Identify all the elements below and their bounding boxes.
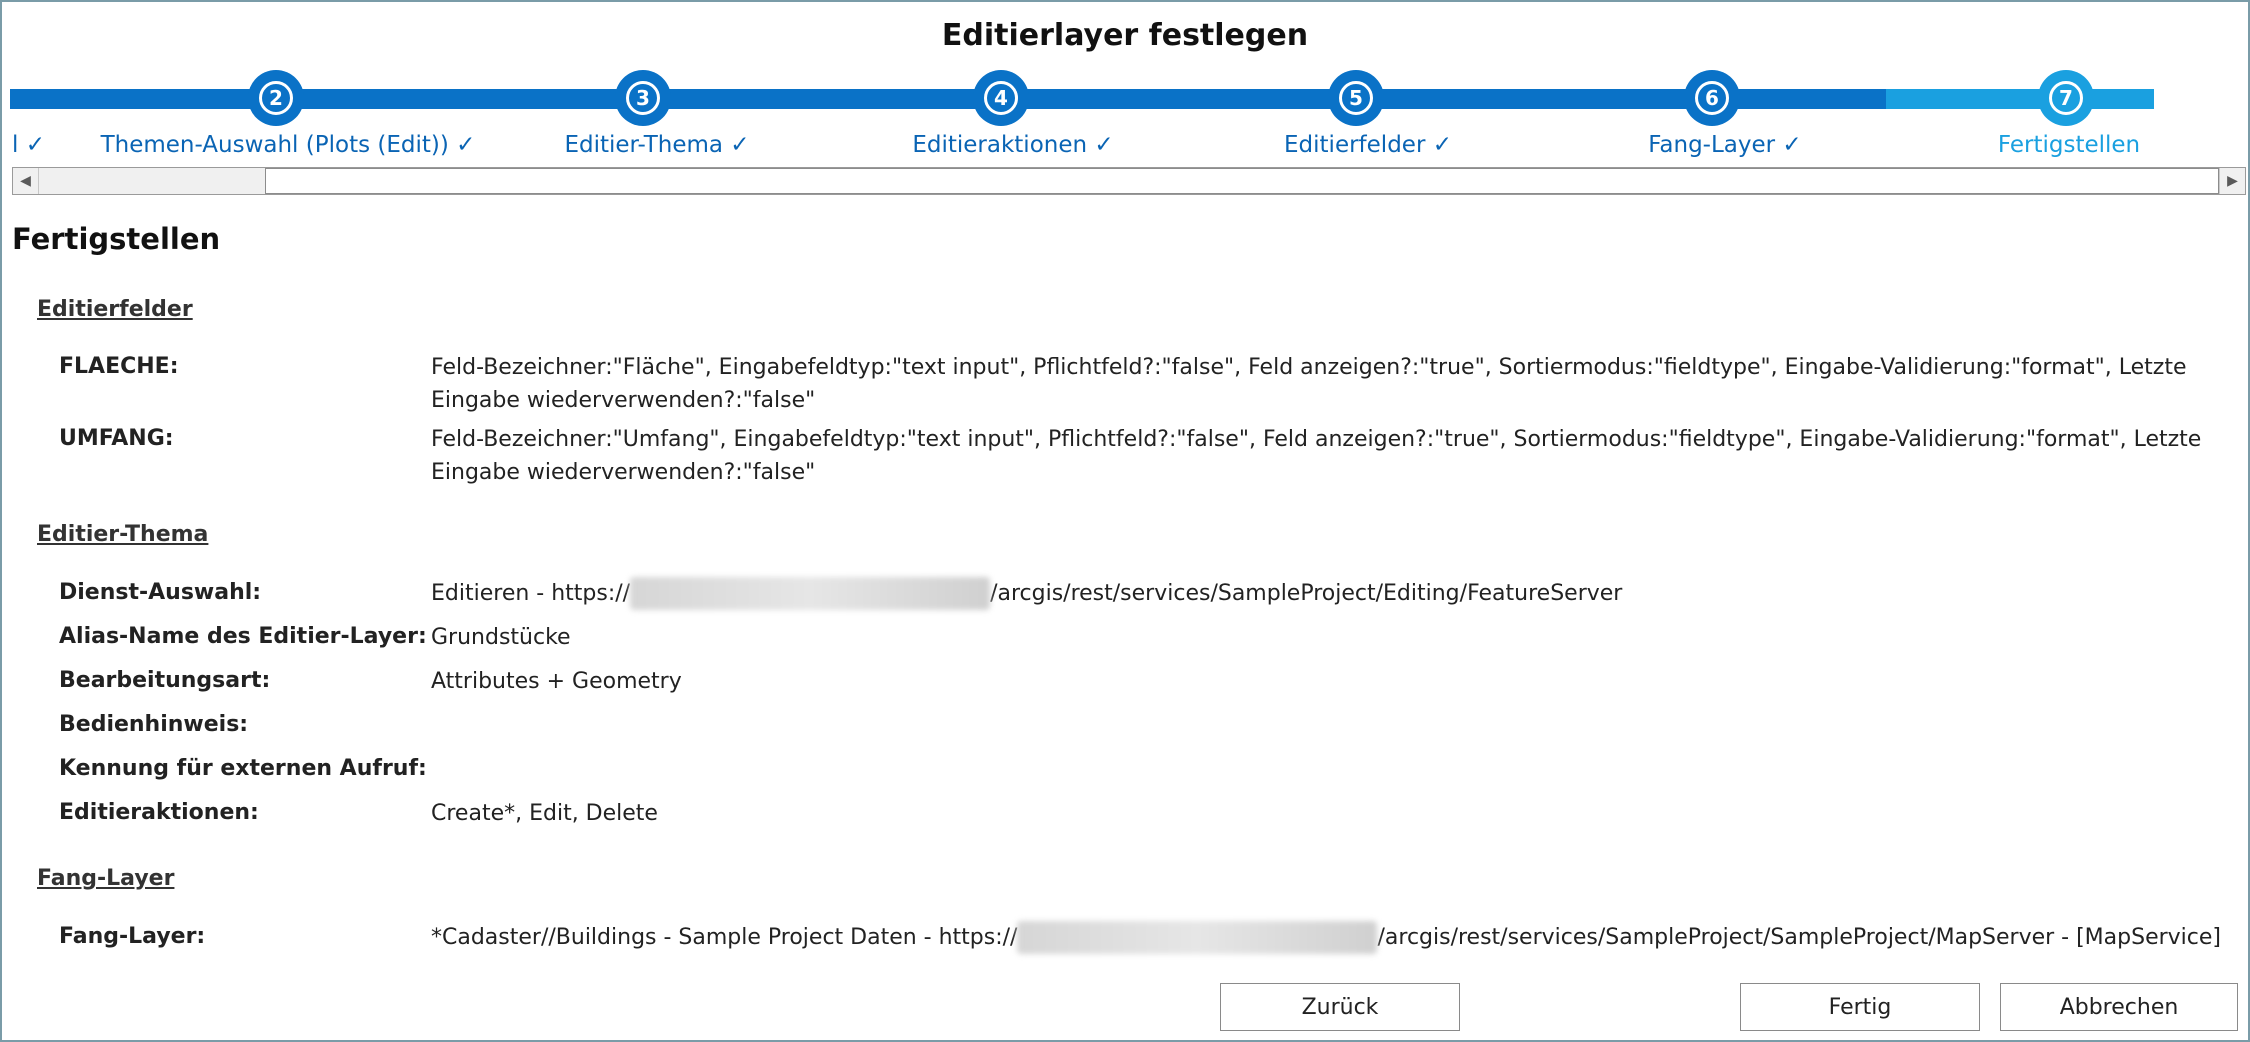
step-label-3[interactable]: Editier-Thema ✓ [564,132,749,158]
editieraktionen-label: Editieraktionen: [59,800,259,825]
dienst-auswahl-label: Dienst-Auswahl: [59,580,262,605]
step-circle-7[interactable]: 7 [2038,70,2094,126]
step-circle-6[interactable]: 6 [1684,70,1740,126]
stepper-scrollbar[interactable]: ◀ ▶ [12,167,2246,195]
field-value-flaeche: Feld-Bezeichner:"Fläche", Eingabefeldtyp… [431,355,2187,413]
bearbeitungsart-value: Attributes + Geometry [431,669,682,694]
redacted-host: x [630,577,991,610]
group-title-editierfelder: Editierfelder [37,297,193,322]
step-circle-5[interactable]: 5 [1328,70,1384,126]
step-circle-2[interactable]: 2 [248,70,304,126]
step-number: 4 [984,81,1018,115]
bedienhinweis-label: Bedienhinweis: [59,712,249,737]
step-label-5[interactable]: Editierfelder ✓ [1284,132,1452,158]
editieraktionen-value: Create*, Edit, Delete [431,801,658,826]
fang-suffix: /arcgis/rest/services/SampleProject/Samp… [1377,925,2222,950]
step-label-4[interactable]: Editieraktionen ✓ [912,132,1113,158]
scrollbar-thumb[interactable] [265,168,2219,194]
step-number: 5 [1339,81,1373,115]
alias-name-label: Alias-Name des Editier-Layer: [59,624,427,649]
group-title-fang-layer: Fang-Layer [37,866,175,891]
dienst-prefix: Editieren - https:// [431,581,631,606]
group-title-editier-thema: Editier-Thema [37,522,209,547]
step-number: 6 [1695,81,1729,115]
dienst-suffix: /arcgis/rest/services/SampleProject/Edit… [990,581,1623,606]
bearbeitungsart-label: Bearbeitungsart: [59,668,271,693]
field-label-umfang: UMFANG: [59,426,174,451]
field-value-umfang: Feld-Bezeichner:"Umfang", Eingabefeldtyp… [431,427,2202,485]
field-label-flaeche: FLAECHE: [59,354,179,379]
step-number: 2 [259,81,293,115]
step-number: 3 [626,81,660,115]
step-label-1-partial[interactable]: l ✓ [12,132,45,158]
back-button[interactable]: Zurück [1220,983,1460,1031]
redacted-host: x [1017,921,1378,954]
cancel-button[interactable]: Abbrechen [2000,983,2238,1031]
kennung-label: Kennung für externen Aufruf: [59,756,427,781]
scroll-right-arrow-icon[interactable]: ▶ [2219,168,2245,194]
step-label-6[interactable]: Fang-Layer ✓ [1648,132,1801,158]
step-label-2[interactable]: Themen-Auswahl (Plots (Edit)) ✓ [101,132,476,158]
dienst-auswahl-value: Editieren - https://x/arcgis/rest/servic… [431,577,1622,610]
scroll-left-arrow-icon[interactable]: ◀ [13,168,39,194]
fang-prefix: *Cadaster//Buildings - Sample Project Da… [431,925,1018,950]
fang-layer-label: Fang-Layer: [59,924,206,949]
stepper-progress-remaining [1886,89,2154,109]
dialog-title: Editierlayer festlegen [941,18,1309,53]
step-circle-4[interactable]: 4 [973,70,1029,126]
alias-name-value: Grundstücke [431,625,571,650]
step-number: 7 [2049,81,2083,115]
step-circle-3[interactable]: 3 [615,70,671,126]
finish-button[interactable]: Fertig [1740,983,1980,1031]
step-label-7[interactable]: Fertigstellen [1998,132,2140,158]
page-heading: Fertigstellen [12,222,221,256]
fang-layer-value: *Cadaster//Buildings - Sample Project Da… [431,921,2221,954]
